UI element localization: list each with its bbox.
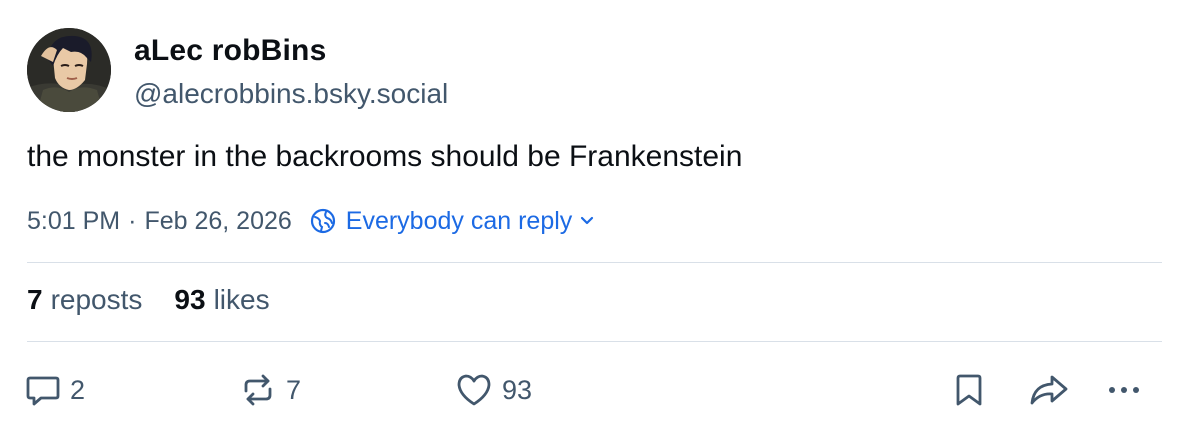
bookmark-button[interactable] (950, 368, 988, 412)
likes-stat[interactable]: 93 likes (174, 284, 269, 316)
reply-count: 2 (70, 374, 86, 405)
reposts-count: 7 (27, 284, 43, 315)
share-arrow-icon (1026, 371, 1072, 409)
globe-icon (310, 208, 336, 234)
post-card: aLec robBins @alecrobbins.bsky.social th… (0, 0, 1186, 440)
share-button[interactable] (1026, 368, 1072, 412)
post-date[interactable]: Feb 26, 2026 (144, 207, 291, 236)
reply-setting-button[interactable]: Everybody can reply (292, 207, 595, 236)
author-handle[interactable]: @alecrobbins.bsky.social (134, 78, 448, 110)
reposts-label: reposts (50, 284, 143, 315)
bookmark-icon (950, 371, 988, 409)
post-time[interactable]: 5:01 PM (27, 207, 120, 236)
reposts-stat[interactable]: 7 reposts (27, 284, 142, 316)
chevron-down-icon (580, 216, 594, 226)
meta-separator: · (128, 206, 137, 235)
reply-button[interactable]: 2 (24, 368, 85, 412)
ellipsis-icon (1106, 371, 1142, 409)
divider (27, 262, 1162, 263)
repost-count: 7 (286, 374, 302, 405)
reply-icon (24, 371, 62, 409)
reply-setting-label: Everybody can reply (345, 206, 573, 235)
likes-count: 93 (174, 284, 206, 315)
post-text: the monster in the backrooms should be F… (27, 140, 743, 173)
like-count: 93 (502, 374, 533, 405)
engagement-stats: 7 reposts 93 likes (27, 284, 270, 316)
post-meta: 5:01 PM · Feb 26, 2026 Everybody can rep… (27, 204, 594, 238)
more-options-button[interactable] (1106, 368, 1142, 412)
heart-icon (454, 371, 494, 409)
divider (27, 341, 1162, 342)
like-button[interactable]: 93 (454, 368, 532, 412)
action-bar: 2 7 93 (0, 368, 1186, 412)
repost-icon (238, 371, 278, 409)
likes-label: likes (213, 284, 270, 315)
avatar-image (27, 28, 111, 112)
avatar[interactable] (27, 28, 111, 112)
author-display-name[interactable]: aLec robBins (134, 34, 326, 68)
repost-button[interactable]: 7 (238, 368, 301, 412)
